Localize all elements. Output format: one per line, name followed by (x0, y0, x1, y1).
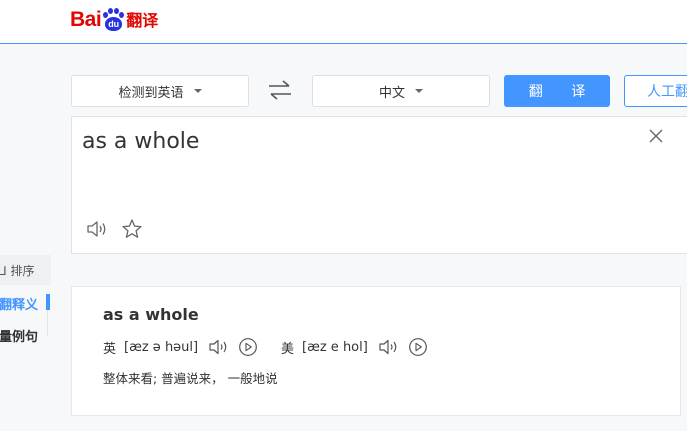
speaker-icon[interactable] (378, 338, 400, 356)
active-indicator (46, 294, 50, 310)
sort-toggle[interactable]: ⅃ 排序 (0, 255, 51, 285)
swap-arrows-icon[interactable] (267, 80, 293, 100)
target-language-label: 中文 (378, 85, 405, 101)
uk-label: 英 (103, 341, 117, 357)
sidebar-item-label: 翻释义 (0, 298, 39, 313)
play-icon[interactable] (238, 337, 258, 357)
nav-divider (47, 310, 48, 336)
speaker-icon[interactable] (208, 338, 230, 356)
logo-text: Bai (70, 8, 102, 31)
uk-pronunciation: 英 [æz ə həul] (103, 337, 266, 357)
sidebar-item-definitions[interactable]: 翻释义 (0, 294, 38, 313)
result-meaning: 整体来看; 普遍说来， 一般地说 (103, 371, 278, 386)
logo-paw-text: du (105, 17, 123, 31)
play-icon[interactable] (408, 337, 428, 357)
chevron-down-icon (415, 89, 423, 93)
result-word: as a whole (103, 305, 199, 324)
us-phonetic: [æz e hol] (302, 339, 368, 355)
baidu-fanyi-logo[interactable]: Bai du 翻译 (70, 6, 158, 32)
paw-logo-icon: du (102, 8, 125, 32)
close-icon[interactable] (649, 129, 663, 143)
source-language-label: 检测到英语 (118, 85, 184, 101)
us-label: 美 (281, 341, 295, 357)
us-pronunciation: 美 [æz e hol] (281, 337, 436, 357)
source-text-area[interactable]: as a whole (71, 116, 687, 254)
human-translation-button[interactable]: 人工翻译 (624, 75, 687, 107)
speaker-icon[interactable] (86, 219, 108, 239)
chevron-down-icon (193, 89, 202, 93)
source-language-select[interactable]: 检测到英语 (71, 75, 249, 107)
target-language-select[interactable]: 中文 (312, 75, 490, 107)
logo-product-name: 翻译 (126, 11, 159, 30)
sidebar-item-label: 量例句 (0, 330, 39, 345)
sort-label: ⅃ 排序 (0, 263, 35, 278)
top-header: Bai du 翻译 (0, 0, 687, 44)
translate-button[interactable]: 翻 译 (504, 75, 610, 107)
star-icon[interactable] (121, 218, 143, 240)
dictionary-result-card: as a whole 英 [æz ə həul] 美 [æz e hol] 整体… (71, 286, 681, 416)
source-text[interactable]: as a whole (82, 129, 199, 154)
sidebar-item-examples[interactable]: 量例句 (0, 326, 38, 345)
uk-phonetic: [æz ə həul] (124, 339, 199, 355)
